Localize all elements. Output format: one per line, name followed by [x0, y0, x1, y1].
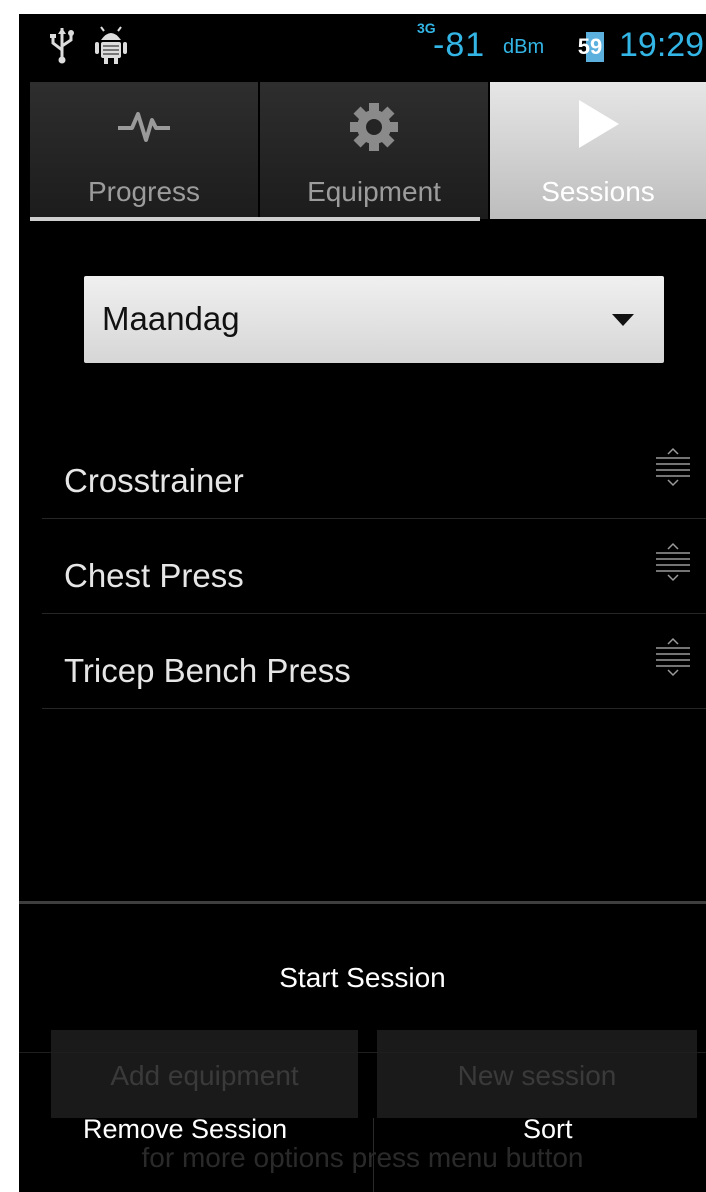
list-item[interactable]: Tricep Bench Press	[42, 614, 706, 709]
add-equipment-label: Add equipment	[110, 1060, 299, 1091]
battery-icon: 59	[572, 32, 608, 62]
tab-progress[interactable]: Progress	[30, 82, 260, 219]
tab-bar: Progress Equipment Sessions	[30, 82, 706, 219]
usb-icon	[50, 28, 74, 64]
list-item[interactable]: Chest Press	[42, 519, 706, 614]
new-session-label: New session	[457, 1060, 617, 1091]
equipment-name: Tricep Bench Press	[64, 652, 351, 689]
pulse-icon	[118, 112, 170, 142]
equipment-list: Crosstrainer Chest Press Tricep Bench Pr…	[42, 424, 706, 709]
drag-handle-icon[interactable]	[656, 636, 690, 682]
dropdown-caret-icon	[612, 314, 634, 326]
tab-label: Sessions	[541, 176, 655, 207]
signal-strength: -81	[433, 26, 486, 64]
tab-equipment[interactable]: Equipment	[260, 82, 488, 219]
drag-handle-icon[interactable]	[656, 446, 690, 492]
list-item[interactable]: Crosstrainer	[42, 424, 706, 519]
tab-indicator	[30, 217, 480, 221]
status-bar: 3G -81 dBm 59 19:29	[19, 14, 706, 82]
equipment-name: Crosstrainer	[64, 462, 244, 499]
signal-unit: dBm	[503, 36, 545, 58]
tab-label: Progress	[87, 176, 201, 207]
drag-handle-icon[interactable]	[656, 541, 690, 587]
equipment-name: Chest Press	[64, 557, 244, 594]
battery-level: 59	[577, 34, 603, 59]
add-equipment-button: Add equipment	[51, 1030, 358, 1118]
play-icon	[579, 100, 619, 148]
menu-top-edge	[19, 1052, 706, 1053]
tab-sessions[interactable]: Sessions	[490, 82, 706, 219]
tab-label: Equipment	[307, 176, 441, 207]
session-selector[interactable]: Maandag	[84, 276, 664, 363]
new-session-button: New session	[377, 1030, 697, 1118]
remove-session-menu-item[interactable]: Remove Session	[83, 1114, 287, 1145]
sort-menu-item[interactable]: Sort	[523, 1114, 573, 1145]
gear-icon	[350, 103, 398, 151]
phone-screen: 3G -81 dBm 59 19:29 Progress Equipment S…	[19, 14, 706, 1192]
menu-hint: for more options press menu button	[141, 1142, 584, 1173]
start-session-button[interactable]: Start Session	[19, 962, 706, 994]
section-divider	[19, 901, 706, 904]
selected-session: Maandag	[102, 300, 240, 337]
clock: 19:29	[619, 26, 705, 64]
android-debug-icon	[95, 26, 127, 64]
